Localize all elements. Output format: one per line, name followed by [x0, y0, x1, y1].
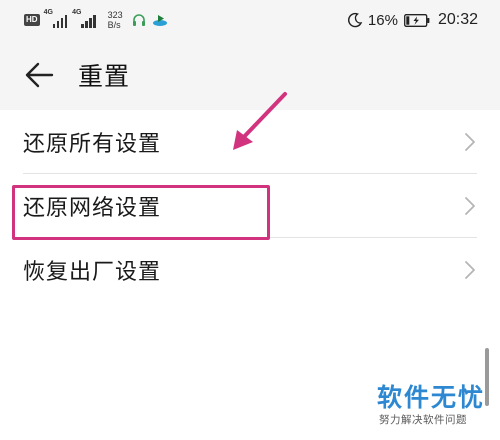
battery-percentage: 16%: [367, 11, 398, 29]
watermark: 软件无忧 努力解决软件问题: [375, 378, 495, 433]
status-right: 16% 20:32: [347, 11, 478, 29]
battery-fill: [406, 15, 410, 25]
signal-strength-icon-2: 4G: [72, 9, 96, 28]
play-app-icon: [152, 15, 167, 26]
chevron-right-icon: [465, 260, 475, 279]
list-item-label: 还原所有设置: [23, 131, 162, 157]
status-bar: HD 4G 4G 323 B/s 16% 20:32: [0, 0, 500, 40]
chevron-right-icon: [465, 196, 475, 215]
status-left: HD 4G 4G 323 B/s: [24, 9, 173, 30]
headset-app-icon: [132, 14, 145, 26]
network-speed-value: 323: [107, 10, 123, 20]
network-type-2: 4G: [72, 9, 82, 16]
page-header: 重置: [0, 40, 500, 110]
moon-icon: [347, 12, 363, 28]
signal-strength-icon-1: 4G: [43, 9, 68, 28]
list-item-reset-all-settings[interactable]: 还原所有设置: [0, 110, 500, 173]
back-arrow-icon: [25, 62, 54, 88]
network-type-1: 4G: [43, 9, 53, 16]
watermark-subtitle: 努力解决软件问题: [379, 414, 467, 426]
network-speed: 323 B/s: [108, 10, 123, 30]
list-item-label: 恢复出厂设置: [23, 259, 162, 285]
watermark-title: 软件无忧: [377, 383, 486, 412]
hd-voice-badge: HD: [24, 14, 40, 26]
back-button[interactable]: [22, 60, 56, 90]
battery-charging-icon: [404, 13, 430, 27]
list-item-reset-network-settings[interactable]: 还原网络设置: [0, 174, 500, 237]
page-title: 重置: [78, 62, 131, 91]
list-item-factory-reset[interactable]: 恢复出厂设置: [0, 238, 500, 301]
chevron-right-icon: [465, 132, 475, 151]
status-time: 20:32: [437, 11, 478, 28]
list-item-label: 还原网络设置: [23, 195, 162, 221]
network-speed-unit: B/s: [107, 20, 121, 30]
